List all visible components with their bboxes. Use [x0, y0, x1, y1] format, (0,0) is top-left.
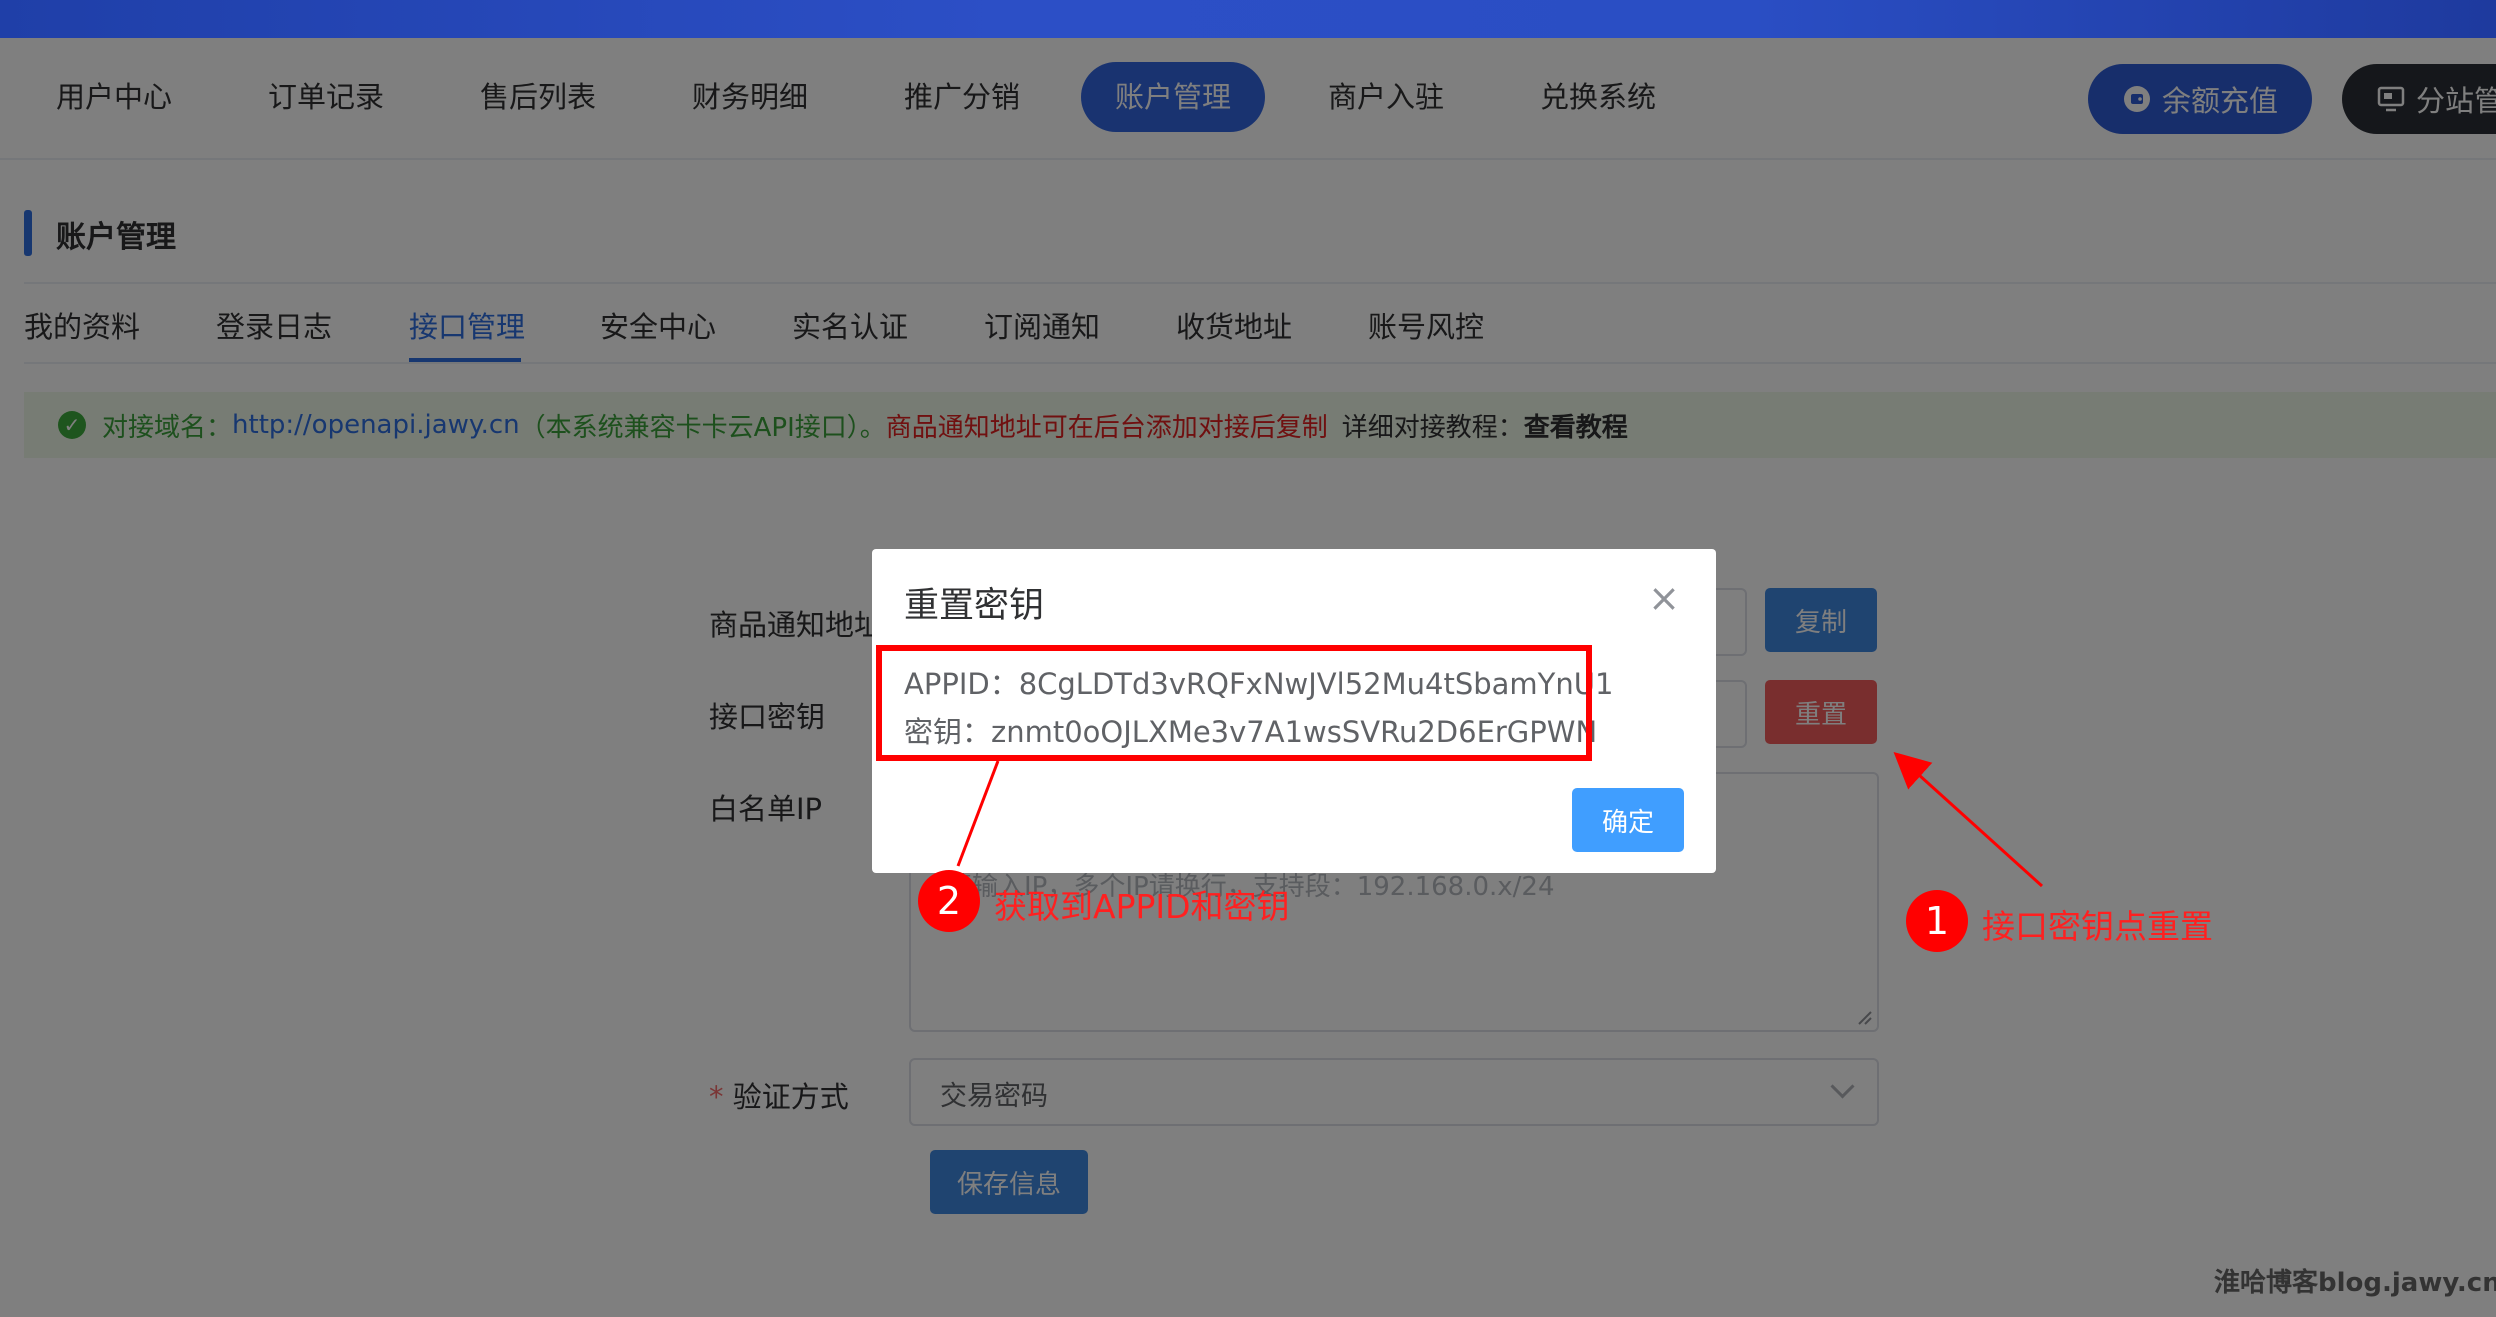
watermark: 淮哈博客blog.jawy.cn — [2214, 1268, 2496, 1298]
step2-badge: 2 — [918, 870, 980, 932]
step2-annotation: 获取到APPID和密钥 — [994, 887, 1290, 926]
step1-annotation: 接口密钥点重置 — [1982, 907, 2213, 946]
step1-arrow — [1893, 751, 2044, 888]
annotation-arrows — [956, 751, 2044, 888]
step1-badge: 1 — [1906, 890, 1968, 952]
step2-pointer-line — [956, 760, 1000, 867]
